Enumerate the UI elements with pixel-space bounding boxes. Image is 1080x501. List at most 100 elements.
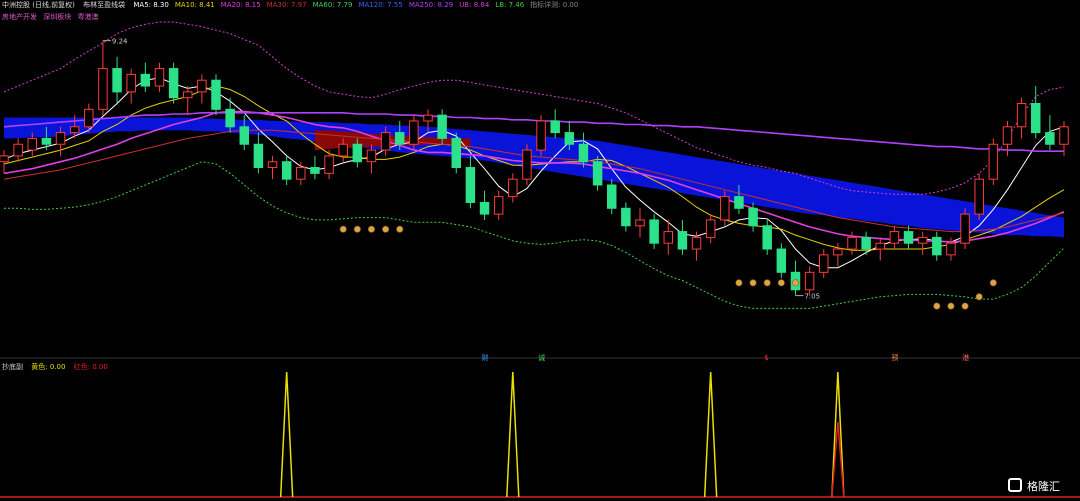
candle-body xyxy=(168,68,179,99)
candle-body xyxy=(465,167,476,203)
spike-yellow xyxy=(703,371,718,498)
moneybag-icon xyxy=(735,279,743,287)
candle-body xyxy=(988,143,999,180)
signal-label: 预 xyxy=(891,353,898,362)
moneybag-icon xyxy=(339,225,347,233)
candle-body xyxy=(932,236,942,256)
candle-body xyxy=(380,132,391,151)
logo-icon xyxy=(1008,478,1022,492)
candle-body xyxy=(0,155,9,163)
candle-body xyxy=(267,161,278,169)
candle-body xyxy=(98,68,108,110)
candle-body xyxy=(875,242,886,250)
candle-body xyxy=(310,167,320,174)
candle-body xyxy=(903,231,914,244)
candle-body xyxy=(225,108,235,128)
candle-body xyxy=(536,120,546,151)
moneybag-icon xyxy=(933,302,941,310)
candle-body xyxy=(296,167,306,180)
candle-body xyxy=(1045,132,1055,145)
candle-body xyxy=(621,207,631,227)
candle-body xyxy=(592,161,603,186)
candle-body xyxy=(253,143,264,169)
candle-body xyxy=(281,161,292,180)
candle-body xyxy=(1059,126,1069,145)
candle-body xyxy=(41,137,52,145)
candle-body xyxy=(437,114,447,139)
candle-body xyxy=(451,137,462,169)
moneybag-icon xyxy=(367,225,375,233)
candle-body xyxy=(13,143,23,157)
candle-body xyxy=(917,236,928,244)
candle-body xyxy=(493,196,504,215)
candle-body xyxy=(27,137,38,151)
candle-body xyxy=(126,73,136,93)
candle-body xyxy=(69,126,80,134)
candle-body xyxy=(776,248,787,273)
candle-body xyxy=(847,236,857,250)
brand-logo: 格隆汇 xyxy=(1008,477,1074,495)
moneybag-icon xyxy=(396,225,404,233)
candle-body xyxy=(112,68,122,93)
candle-body xyxy=(197,79,207,93)
candle-body xyxy=(762,225,772,250)
candle-body xyxy=(606,184,617,209)
candle-body xyxy=(324,155,334,174)
signal-label: 财 xyxy=(482,353,489,362)
candle-body xyxy=(663,231,674,244)
candle-body xyxy=(677,231,688,250)
signal-label: 诚 xyxy=(538,353,545,362)
candle-body xyxy=(861,236,871,250)
candle-body xyxy=(1030,103,1041,134)
candle-body xyxy=(394,132,405,145)
price-chart[interactable]: 9.24 7.05 财 诚 $ 预 港 xyxy=(0,0,1080,501)
candle-body xyxy=(550,120,560,134)
candle-body xyxy=(55,132,66,145)
spike-yellow xyxy=(279,371,294,498)
moneybag-icon xyxy=(763,279,771,287)
candle-body xyxy=(748,207,758,227)
candle-body xyxy=(691,236,702,250)
candle-body xyxy=(705,219,716,238)
moneybag-icon xyxy=(749,279,757,287)
candle-body xyxy=(352,143,363,163)
brand-text: 格隆汇 xyxy=(1027,480,1060,493)
candle-body xyxy=(182,91,193,99)
candle-body xyxy=(946,242,956,256)
moneybag-icon xyxy=(791,279,799,287)
candle-body xyxy=(818,254,829,273)
candle-body xyxy=(508,178,518,198)
candle-body xyxy=(423,114,433,122)
candle-body xyxy=(804,271,815,291)
moneybag-icon xyxy=(382,225,390,233)
candle-body xyxy=(649,219,659,244)
moneybag-icon xyxy=(975,293,983,301)
candle-body xyxy=(635,219,645,227)
candle-body xyxy=(889,231,900,244)
signal-label: $ xyxy=(764,354,768,362)
candle-body xyxy=(84,108,94,128)
candle-body xyxy=(974,178,984,215)
low-mark-label: 7.05 xyxy=(804,293,820,301)
moneybag-icon xyxy=(947,302,955,310)
high-mark-label: 9.24 xyxy=(112,38,128,46)
candle-body xyxy=(140,73,151,87)
candle-body xyxy=(1016,103,1027,128)
candle-body xyxy=(960,213,970,244)
candle-body xyxy=(211,79,221,110)
candle-body xyxy=(409,120,419,145)
moneybag-icon xyxy=(353,225,361,233)
candle-body xyxy=(564,132,575,145)
moneybag-icon xyxy=(961,302,969,310)
chart-root: { "header": { "title": "中洲控股 (日线,前复权)", … xyxy=(0,0,1080,501)
moneybag-icon xyxy=(777,279,785,287)
candle-body xyxy=(522,149,532,180)
moneybag-icon xyxy=(989,279,997,287)
candle-body xyxy=(154,68,165,87)
candle-body xyxy=(239,126,250,145)
candle-body xyxy=(338,143,348,157)
candle-body xyxy=(479,201,490,215)
candle-body xyxy=(734,196,744,209)
candle-body xyxy=(833,248,843,256)
signal-label: 港 xyxy=(962,353,969,362)
